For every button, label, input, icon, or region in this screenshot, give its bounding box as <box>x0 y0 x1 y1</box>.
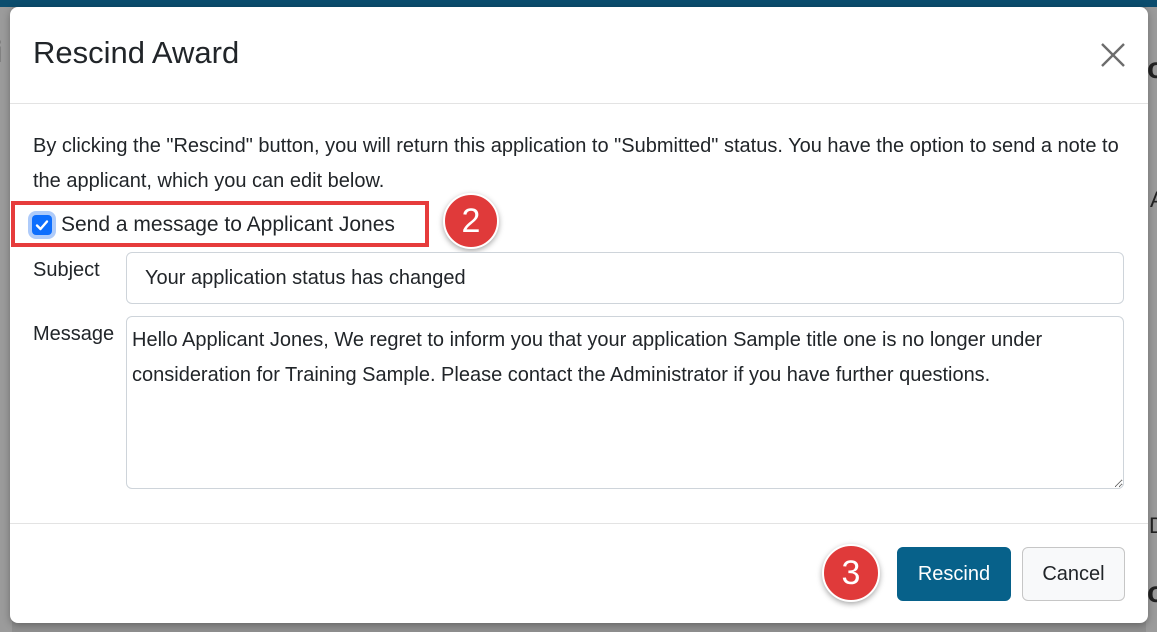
rescind-button[interactable]: Rescind <box>897 547 1011 601</box>
background-text-fragment: o <box>1147 576 1157 609</box>
background-top-bar <box>0 0 1157 7</box>
send-message-label[interactable]: Send a message to Applicant Jones <box>61 213 395 237</box>
dialog-description: By clicking the "Rescind" button, you wi… <box>33 135 1119 192</box>
send-message-checkbox[interactable] <box>32 215 52 235</box>
cancel-button[interactable]: Cancel <box>1022 547 1125 601</box>
close-icon <box>1101 43 1125 67</box>
background-text-fragment: i <box>0 36 2 70</box>
checkmark-icon <box>35 220 49 231</box>
dialog-title: Rescind Award <box>33 35 240 70</box>
background-text-fragment: o <box>1147 52 1157 85</box>
footer-divider <box>10 523 1148 524</box>
dialog-header: Rescind Award <box>10 7 1148 104</box>
background-text-fragment: D <box>1149 513 1157 538</box>
message-label: Message <box>33 323 115 345</box>
background-text-fragment: A <box>1150 187 1157 213</box>
subject-input[interactable] <box>126 252 1124 304</box>
subject-label: Subject <box>33 259 100 281</box>
close-button[interactable] <box>1098 40 1128 70</box>
send-message-option[interactable]: Send a message to Applicant Jones <box>32 208 395 242</box>
message-textarea[interactable]: Hello Applicant Jones, We regret to info… <box>126 316 1124 489</box>
step-2-annotation: 2 <box>443 193 499 249</box>
step-3-annotation: 3 <box>822 544 880 602</box>
rescind-award-dialog: Rescind Award By clicking the "Rescind" … <box>10 7 1148 623</box>
